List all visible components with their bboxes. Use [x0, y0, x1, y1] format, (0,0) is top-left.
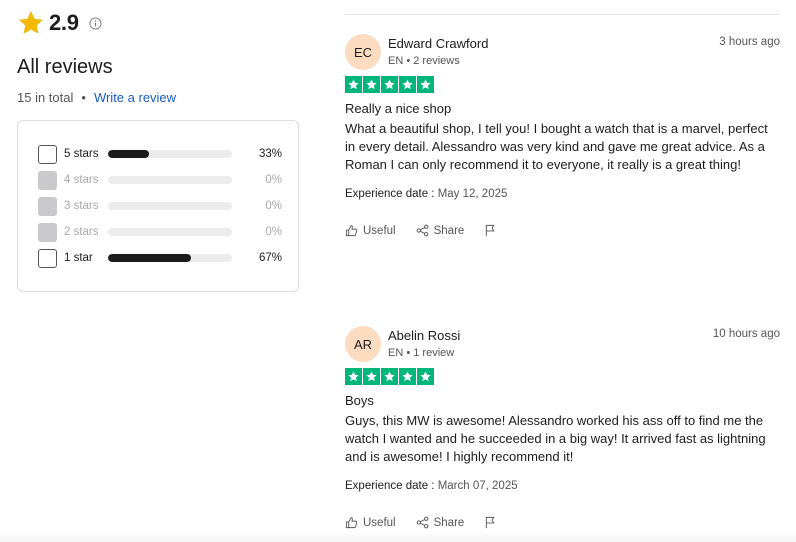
filter-label: 5 stars: [64, 148, 99, 160]
review-body: What a beautiful shop, I tell you! I bou…: [345, 121, 768, 172]
share-icon: [416, 224, 428, 237]
review-title: Boys: [345, 393, 374, 408]
scroll-fade: [0, 530, 796, 542]
filter-checkbox[interactable]: [38, 144, 57, 164]
review-card: EC Edward Crawford EN • 2 reviews 3 hour…: [345, 34, 780, 237]
review-star-rating: [345, 76, 780, 93]
useful-button[interactable]: Useful: [345, 516, 396, 529]
review-actions: Useful Share: [345, 224, 780, 237]
filter-bar-fill: [108, 254, 192, 262]
filter-percent: 0%: [265, 226, 282, 238]
reviews-total-count: 15 in total: [17, 90, 74, 105]
share-button[interactable]: Share: [416, 516, 465, 529]
rating-star-icon: [363, 368, 380, 385]
experience-date-label: Experience date :: [345, 188, 438, 200]
filter-bar: [108, 150, 232, 158]
rating-star-icon: [417, 76, 434, 93]
review-card: AR Abelin Rossi EN • 1 review 10 hours a…: [345, 326, 780, 529]
star-icon: [19, 11, 43, 34]
experience-date: Experience date : May 12, 2025: [345, 188, 780, 200]
rating-star-icon: [417, 368, 434, 385]
filter-percent: 0%: [265, 174, 282, 186]
flag-icon: [486, 516, 495, 529]
reviewer-name[interactable]: Edward Crawford: [388, 36, 488, 51]
top-divider: [345, 14, 780, 15]
write-review-link[interactable]: Write a review: [94, 90, 176, 105]
filter-row-4-stars: 4 stars 0%: [38, 170, 282, 190]
filter-checkbox: [38, 170, 57, 190]
filter-row-2-stars: 2 stars 0%: [38, 222, 282, 242]
reviewer-meta: EN • 2 reviews: [388, 55, 460, 67]
all-reviews-heading: All reviews: [17, 56, 113, 78]
filter-percent: 67%: [258, 252, 282, 264]
rating-star-icon: [399, 76, 416, 93]
report-button[interactable]: [484, 516, 502, 529]
filter-label: 4 stars: [64, 174, 99, 186]
review-title: Really a nice shop: [345, 101, 452, 116]
share-button[interactable]: Share: [416, 224, 465, 237]
info-icon[interactable]: [89, 16, 102, 30]
experience-date: Experience date : March 07, 2025: [345, 480, 780, 492]
review-actions: Useful Share: [345, 516, 780, 529]
filter-percent: 0%: [265, 200, 282, 212]
rating-star-icon: [381, 368, 398, 385]
rating-summary: 2.9: [17, 9, 102, 37]
filter-bar: [108, 202, 232, 210]
review-star-rating: [345, 368, 780, 385]
thumbs-up-icon: [345, 225, 358, 237]
filter-row-5-stars[interactable]: 5 stars 33%: [38, 144, 282, 164]
thumbs-up-icon: [345, 517, 358, 529]
star-filter-card: 5 stars 33% 4 stars 0% 3 stars 0% 2 star…: [17, 120, 299, 292]
separator-dot: •: [81, 90, 86, 105]
share-label: Share: [433, 224, 465, 237]
review-time: 10 hours ago: [712, 328, 780, 340]
rating-star-icon: [381, 76, 398, 93]
filter-row-3-stars: 3 stars 0%: [38, 196, 282, 216]
filter-percent: 33%: [258, 148, 282, 160]
filter-bar-fill: [108, 150, 149, 158]
rating-star-icon: [345, 368, 362, 385]
review-body: Guys, this MW is awesome! Alessandro wor…: [345, 413, 766, 464]
experience-date-label: Experience date :: [345, 480, 438, 492]
avatar[interactable]: AR: [345, 326, 381, 362]
share-label: Share: [433, 516, 465, 529]
reviewer-name[interactable]: Abelin Rossi: [388, 328, 460, 343]
reviewer-meta: EN • 1 review: [388, 347, 455, 359]
filter-bar: [108, 176, 232, 184]
useful-button[interactable]: Useful: [345, 224, 396, 237]
filter-bar: [108, 228, 232, 236]
review-time: 3 hours ago: [719, 36, 780, 48]
filter-label: 3 stars: [64, 200, 99, 212]
filter-row-1-star[interactable]: 1 star 67%: [38, 248, 282, 268]
rating-star-icon: [399, 368, 416, 385]
flag-icon: [486, 224, 495, 237]
experience-date-value: May 12, 2025: [437, 188, 508, 200]
filter-checkbox: [38, 222, 57, 242]
filter-checkbox[interactable]: [38, 248, 57, 268]
useful-label: Useful: [363, 516, 396, 529]
review-header: AR Abelin Rossi EN • 1 review 10 hours a…: [345, 326, 780, 368]
filter-checkbox: [38, 196, 57, 216]
useful-label: Useful: [363, 224, 396, 237]
share-icon: [416, 516, 428, 529]
rating-star-icon: [345, 76, 362, 93]
report-button[interactable]: [484, 224, 502, 237]
filter-label: 1 star: [64, 252, 93, 264]
filter-bar: [108, 254, 232, 262]
reviews-total-line: 15 in total • Write a review: [17, 90, 176, 105]
average-score: 2.9: [49, 10, 79, 35]
avatar[interactable]: EC: [345, 34, 381, 70]
filter-label: 2 stars: [64, 226, 99, 238]
review-header: EC Edward Crawford EN • 2 reviews 3 hour…: [345, 34, 780, 76]
rating-star-icon: [363, 76, 380, 93]
experience-date-value: March 07, 2025: [437, 480, 518, 492]
